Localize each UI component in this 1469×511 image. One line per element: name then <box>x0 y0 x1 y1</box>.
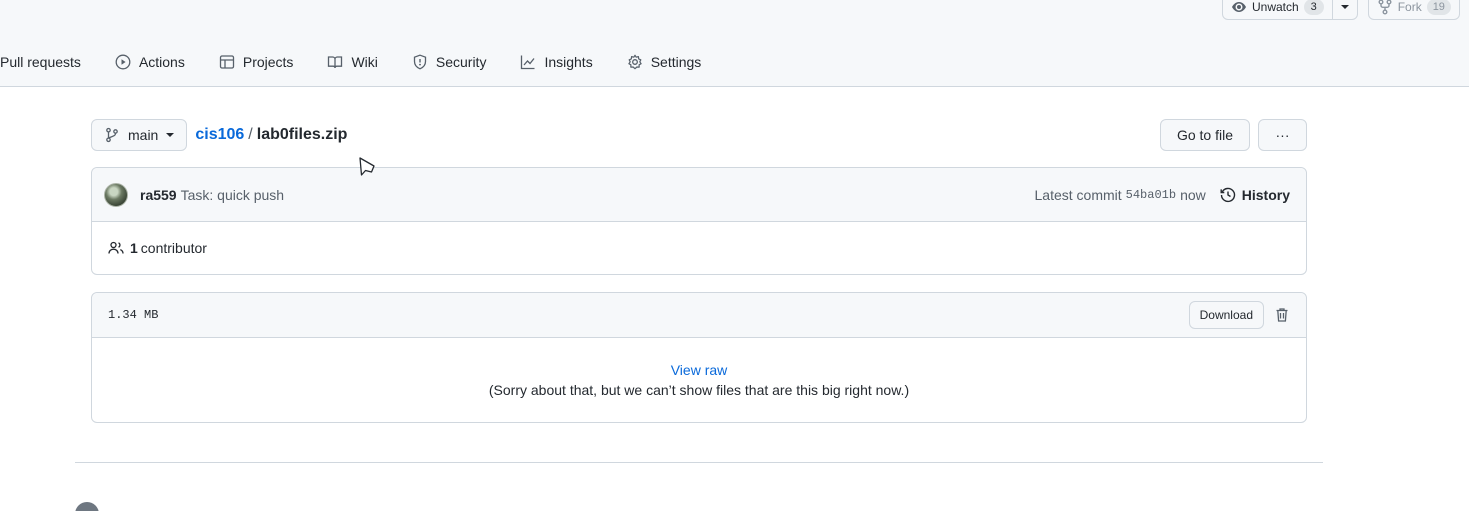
unwatch-button[interactable]: Unwatch 3 <box>1223 0 1332 19</box>
people-icon <box>108 241 124 254</box>
chevron-down-icon <box>1340 5 1349 9</box>
tab-settings[interactable]: Settings <box>619 44 710 80</box>
breadcrumb-repo-link[interactable]: cis106 <box>195 126 244 143</box>
commit-time: now <box>1180 186 1206 203</box>
commit-meta: Latest commit 54ba01b now History <box>1035 187 1290 203</box>
watch-dropdown-button[interactable] <box>1331 0 1357 19</box>
mouse-cursor-icon <box>359 157 375 176</box>
history-icon <box>1220 187 1235 202</box>
latest-commit-row: ra559 Task: quick push Latest commit 54b… <box>92 168 1306 222</box>
tab-wiki[interactable]: Wiki <box>319 44 385 80</box>
tab-projects[interactable]: Projects <box>211 44 302 80</box>
file-size: 1.34 MB <box>108 308 159 322</box>
commit-message[interactable]: Task: quick push <box>181 187 285 203</box>
breadcrumb: cis106/lab0files.zip <box>195 126 347 144</box>
more-options-button[interactable]: ··· <box>1258 119 1307 151</box>
kebab-horizontal-icon: ··· <box>1275 127 1290 143</box>
tab-label: Wiki <box>351 54 378 70</box>
graph-icon <box>521 55 535 70</box>
tab-label: Actions <box>138 54 185 70</box>
file-view: main cis106/lab0files.zip Go to file ···… <box>91 119 1307 423</box>
chevron-down-icon <box>166 133 175 137</box>
tab-label: Insights <box>544 54 593 70</box>
tab-label: Pull requests <box>0 54 81 70</box>
fork-label: Fork <box>1397 0 1422 14</box>
download-button[interactable]: Download <box>1188 301 1264 329</box>
watch-button-group[interactable]: Unwatch 3 <box>1222 0 1358 20</box>
fork-button-group[interactable]: Fork 19 <box>1367 0 1460 20</box>
tab-label: Security <box>435 54 487 70</box>
file-box: 1.34 MB Download View raw (Sorry about t… <box>91 292 1307 423</box>
commit-sha[interactable]: 54ba01b <box>1126 188 1176 202</box>
file-header: 1.34 MB Download <box>92 293 1306 338</box>
file-navigation: main cis106/lab0files.zip Go to file ··· <box>91 119 1307 151</box>
breadcrumb-separator: / <box>248 126 253 143</box>
contributor-label: contributor <box>140 240 207 256</box>
fork-count: 19 <box>1426 0 1451 15</box>
contributor-count: 1 <box>130 240 138 256</box>
table-icon <box>219 55 235 69</box>
tab-pull-requests[interactable]: Pull requests <box>0 44 89 80</box>
fork-button[interactable]: Fork 19 <box>1369 0 1459 19</box>
repo-header: Unwatch 3 Fork 19 Pull requests Actions … <box>0 0 1469 87</box>
tab-security[interactable]: Security <box>404 44 495 80</box>
history-label: History <box>1241 186 1290 203</box>
tab-label: Projects <box>242 54 294 70</box>
go-to-file-button[interactable]: Go to file <box>1159 119 1250 151</box>
repo-actions: Unwatch 3 Fork 19 <box>1222 0 1460 20</box>
book-icon <box>328 56 343 69</box>
branch-name: main <box>128 127 159 143</box>
latest-commit-label: Latest commit <box>1034 186 1122 203</box>
play-icon <box>115 54 131 70</box>
breadcrumb-filename: lab0files.zip <box>256 126 348 143</box>
tab-insights[interactable]: Insights <box>512 44 600 80</box>
file-body: View raw (Sorry about that, but we can’t… <box>92 338 1306 422</box>
view-raw-link[interactable]: View raw <box>671 362 728 378</box>
history-link[interactable]: History <box>1220 187 1290 203</box>
eye-icon <box>1232 2 1246 12</box>
commit-box: ra559 Task: quick push Latest commit 54b… <box>91 167 1307 275</box>
file-too-big-message: (Sorry about that, but we can’t show fil… <box>488 382 910 398</box>
file-nav-actions: Go to file ··· <box>1159 119 1307 151</box>
tab-label: Settings <box>650 54 702 70</box>
contributors-row[interactable]: 1 contributor <box>92 222 1306 274</box>
trash-icon[interactable] <box>1274 307 1290 323</box>
unwatch-label: Unwatch <box>1252 0 1299 14</box>
github-logo-icon[interactable] <box>75 502 99 511</box>
avatar[interactable] <box>104 182 128 207</box>
fork-icon <box>1378 0 1392 15</box>
repo-tabs: Pull requests Actions Projects Wiki Secu… <box>0 44 709 80</box>
commit-author[interactable]: ra559 <box>140 187 177 203</box>
watch-count: 3 <box>1303 0 1324 15</box>
shield-icon <box>413 54 427 70</box>
tab-actions[interactable]: Actions <box>107 44 193 80</box>
git-branch-icon <box>106 127 118 143</box>
footer-divider <box>75 462 1323 463</box>
gear-icon <box>628 54 642 70</box>
branch-selector[interactable]: main <box>91 119 188 151</box>
